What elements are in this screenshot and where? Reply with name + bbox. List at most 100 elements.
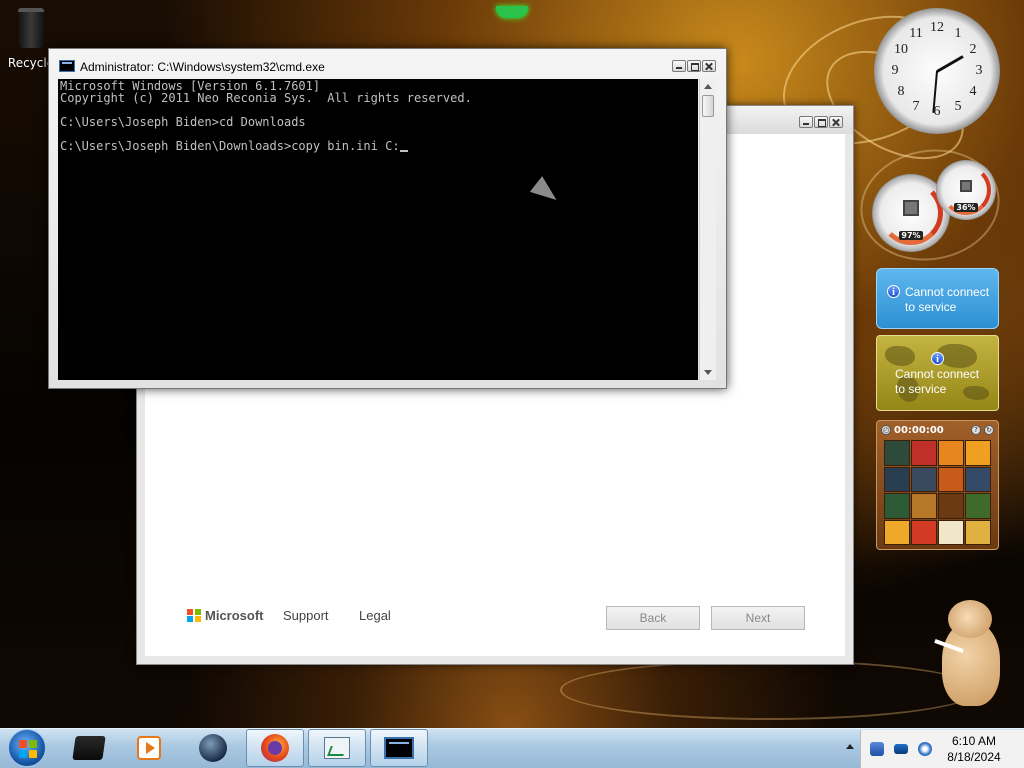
console-line: C:\Users\Joseph Biden>cd Downloads xyxy=(60,115,306,129)
clock-number: 7 xyxy=(912,99,920,114)
display-icon[interactable] xyxy=(894,744,908,754)
puzzle-tile[interactable] xyxy=(965,519,991,545)
memory-chip-icon xyxy=(960,180,972,193)
clock-number: 12 xyxy=(930,20,944,35)
taskbar-item-cmd[interactable] xyxy=(370,729,428,767)
microsoft-logo: Microsoft xyxy=(187,608,264,623)
clock-number: 2 xyxy=(969,42,977,57)
taskbar-time: 6:10 AM xyxy=(951,734,997,748)
microsoft-logo-icon xyxy=(187,608,201,623)
vertical-scrollbar[interactable] xyxy=(699,79,716,380)
memory-value-wrap: 36% xyxy=(936,202,996,212)
puzzle-tile[interactable] xyxy=(884,466,910,492)
maximize-button[interactable] xyxy=(687,60,701,72)
close-button[interactable] xyxy=(702,60,716,72)
clock-number: 10 xyxy=(894,42,908,57)
clock-number: 9 xyxy=(891,63,899,78)
puzzle-tile[interactable] xyxy=(938,440,964,466)
console-line: Copyright (c) 2011 Neo Reconia Sys. All … xyxy=(60,91,472,105)
cpu-chip-icon xyxy=(903,200,919,217)
puzzle-timer: 00:00:00 xyxy=(894,424,944,436)
firefox-icon xyxy=(261,734,289,762)
puzzle-tile[interactable] xyxy=(911,440,937,466)
taskbar-item-media-player[interactable] xyxy=(120,729,178,767)
start-button[interactable] xyxy=(8,729,46,767)
clock-number: 11 xyxy=(909,26,923,41)
puzzle-grid[interactable] xyxy=(884,440,994,546)
scrollbar-thumb[interactable] xyxy=(702,95,714,117)
minimize-button[interactable] xyxy=(799,116,813,128)
taskbar-clock[interactable]: 6:10 AM 8/18/2024 xyxy=(938,733,1010,765)
puzzle-tile[interactable] xyxy=(965,440,991,466)
support-link[interactable]: Support xyxy=(283,608,329,623)
weather-gadget[interactable]: i Cannot connect to service xyxy=(876,268,999,329)
cmd-icon xyxy=(59,60,75,72)
map-shape xyxy=(885,346,915,366)
timer-icon: ◴ xyxy=(881,425,891,435)
puzzle-tile[interactable] xyxy=(884,519,910,545)
memory-value: 36% xyxy=(954,202,978,212)
clock-hour-hand xyxy=(936,55,964,73)
clock-number: 8 xyxy=(897,84,905,99)
info-icon: i xyxy=(887,285,900,298)
puzzle-header: ◴ 00:00:00 ? ↻ xyxy=(881,423,994,437)
puzzle-tile[interactable] xyxy=(965,466,991,492)
cmd-window-titlebar[interactable]: Administrator: C:\Windows\system32\cmd.e… xyxy=(49,49,726,79)
info-icon: i xyxy=(931,352,944,365)
taskbar-item-chart-app[interactable] xyxy=(308,729,366,767)
world-clock-message: Cannot connect to service xyxy=(895,367,980,396)
taskbar-item-firefox[interactable] xyxy=(246,729,304,767)
drive-icon xyxy=(72,736,106,760)
cmd-icon xyxy=(384,737,414,759)
microsoft-brand-text: Microsoft xyxy=(205,608,264,623)
cmd-window-title: Administrator: C:\Windows\system32\cmd.e… xyxy=(80,60,325,74)
puzzle-tile[interactable] xyxy=(938,519,964,545)
close-button[interactable] xyxy=(829,116,843,128)
legal-link[interactable]: Legal xyxy=(359,608,391,623)
scroll-down-icon[interactable] xyxy=(704,370,712,375)
recycle-bin-icon xyxy=(18,8,44,48)
back-button[interactable]: Back xyxy=(606,606,700,630)
setup-window-controls xyxy=(799,116,843,128)
hamster-gadget[interactable] xyxy=(934,600,1006,710)
picture-puzzle-gadget[interactable]: ◴ 00:00:00 ? ↻ xyxy=(876,420,999,550)
clock-number: 3 xyxy=(975,63,983,78)
taskbar-item-drive[interactable] xyxy=(60,729,118,767)
clock-number: 5 xyxy=(954,99,962,114)
clock-number: 4 xyxy=(969,84,977,99)
network-icon[interactable] xyxy=(870,742,884,756)
help-icon[interactable]: ? xyxy=(971,425,981,435)
puzzle-tile[interactable] xyxy=(884,493,910,519)
puzzle-tile[interactable] xyxy=(884,440,910,466)
maximize-button[interactable] xyxy=(814,116,828,128)
minimize-button[interactable] xyxy=(672,60,686,72)
windows-logo-icon xyxy=(19,740,37,758)
taskbar-date: 8/18/2024 xyxy=(947,750,1001,764)
puzzle-tile[interactable] xyxy=(911,493,937,519)
volume-icon[interactable] xyxy=(918,742,932,756)
world-clock-gadget[interactable]: i Cannot connect to service xyxy=(876,335,999,411)
puzzle-tile[interactable] xyxy=(938,466,964,492)
taskbar-item-globe[interactable] xyxy=(184,729,242,767)
cpu-value: 97% xyxy=(899,230,923,240)
puzzle-tile[interactable] xyxy=(965,493,991,519)
cmd-window-controls xyxy=(672,60,716,72)
weather-message: Cannot connect to service xyxy=(905,285,990,314)
next-button[interactable]: Next xyxy=(711,606,805,630)
puzzle-tile[interactable] xyxy=(911,519,937,545)
console-prompt-line[interactable]: C:\Users\Joseph Biden\Downloads>copy bin… xyxy=(60,140,696,152)
puzzle-tile-empty[interactable] xyxy=(938,493,964,519)
memory-gauge[interactable]: 36% xyxy=(936,160,996,220)
clock-gadget[interactable]: 12 1 2 3 4 5 6 7 8 9 10 11 xyxy=(874,8,1000,134)
globe-icon xyxy=(199,734,227,762)
hamster-head xyxy=(948,600,992,638)
show-hidden-icons-icon[interactable] xyxy=(846,744,854,749)
puzzle-tile[interactable] xyxy=(911,466,937,492)
clock-number: 1 xyxy=(954,26,962,41)
scroll-up-icon[interactable] xyxy=(704,84,712,89)
cmd-window[interactable]: Administrator: C:\Windows\system32\cmd.e… xyxy=(48,48,727,389)
console-output[interactable]: Microsoft Windows [Version 6.1.7601] Cop… xyxy=(58,79,698,380)
media-player-icon xyxy=(137,736,161,760)
shuffle-icon[interactable]: ↻ xyxy=(984,425,994,435)
console-prompt-text: C:\Users\Joseph Biden\Downloads>copy bin… xyxy=(60,139,400,153)
